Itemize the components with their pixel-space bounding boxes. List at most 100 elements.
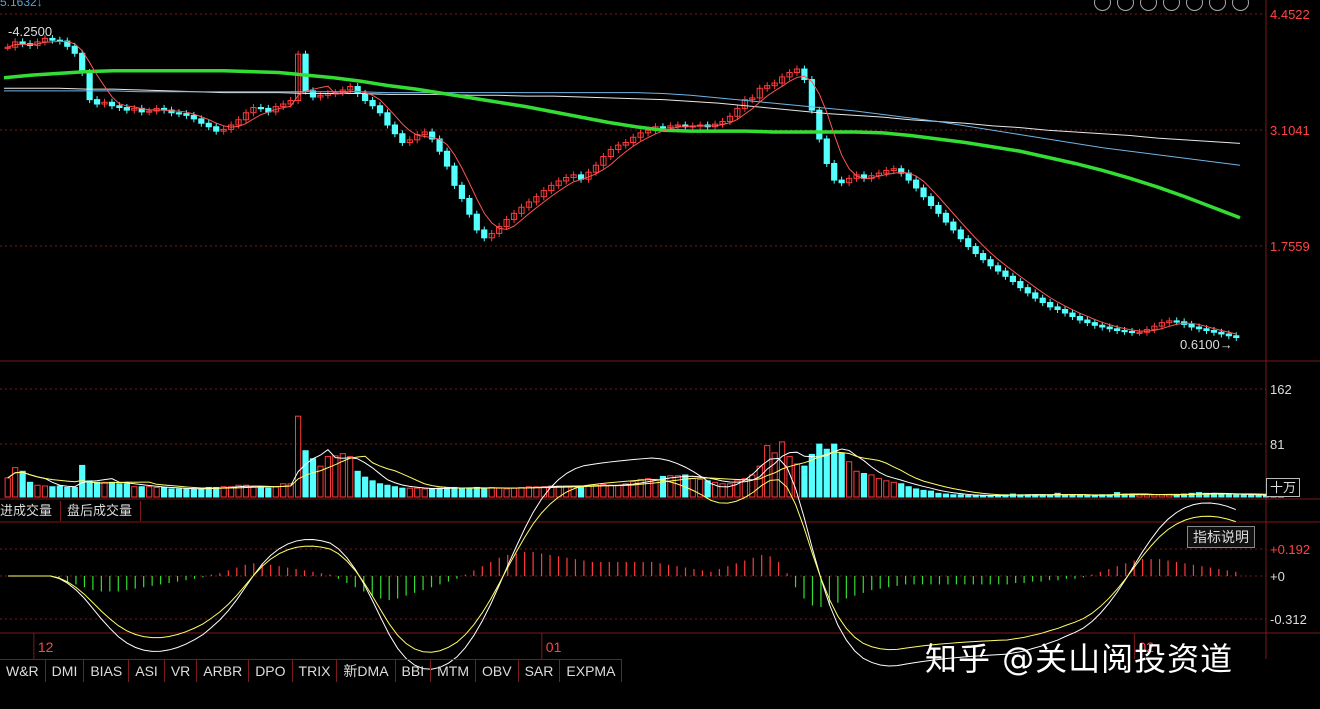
volume-bar (1091, 495, 1098, 498)
indicator-tabs: W&R DMI BIAS ASI VR ARBR DPO TRIX 新DMA BBI MTM OBV S… (0, 659, 623, 682)
candle-body (994, 265, 1002, 272)
volume-bar (845, 461, 853, 498)
indicator-tab-11[interactable]: OBV (476, 660, 519, 682)
volume-bar (406, 487, 413, 498)
tab-intraday-volume[interactable]: 进成交量 (0, 501, 62, 521)
volume-bar (1248, 494, 1255, 498)
volume-bar (1255, 495, 1262, 498)
indicator-tab-10[interactable]: MTM (431, 660, 477, 682)
volume-bar (34, 484, 41, 498)
macd-dea-line (8, 478, 1236, 653)
volume-bar (637, 478, 644, 498)
zoom-in-icon[interactable] (1209, 0, 1226, 11)
indicator-tab-5[interactable]: ARBR (197, 660, 250, 682)
candle-body (86, 72, 93, 101)
volume-bar (257, 486, 264, 498)
indicator-tab-8[interactable]: 新DMA (337, 660, 396, 682)
candle-body (1009, 275, 1017, 283)
volume-bar (429, 488, 436, 498)
fullscreen-icon[interactable] (1186, 0, 1203, 11)
candle-body (481, 229, 488, 239)
volume-bar (26, 481, 34, 498)
candle-body (965, 238, 972, 248)
macd-axis-label: +0 (1270, 569, 1285, 584)
zoom-out-icon[interactable] (1232, 0, 1249, 11)
volume-bar (41, 485, 49, 498)
volume-bar (1061, 495, 1069, 498)
volume-bar (1143, 494, 1151, 498)
indicator-tab-7[interactable]: TRIX (293, 660, 338, 682)
candle-body (451, 165, 458, 186)
indicator-tab-12[interactable]: SAR (519, 660, 561, 682)
watermark: 知乎 @关山阅投资道 (925, 640, 1234, 678)
volume-bar (719, 483, 726, 498)
volume-bar (920, 489, 927, 498)
draw-icon[interactable] (1163, 0, 1180, 11)
volume-bar (168, 488, 175, 498)
candle-body (183, 113, 190, 116)
candle-body (1121, 330, 1128, 333)
candle-body (466, 197, 473, 215)
volume-bar (466, 487, 473, 498)
candle-body (1128, 330, 1136, 334)
volume-bar (4, 477, 11, 498)
candle-body (980, 253, 987, 261)
low-price-marker: 0.6100→ (1180, 337, 1233, 352)
candle-body (1106, 326, 1113, 330)
candle-body (927, 196, 935, 206)
candle-body (972, 246, 979, 255)
volume-bar (592, 484, 600, 498)
candle-body (950, 221, 957, 231)
volume-bar (972, 495, 979, 498)
indicator-tab-13[interactable]: EXPMA (560, 660, 623, 682)
volume-bar (704, 480, 711, 498)
candle-body (1024, 287, 1031, 294)
candle-body (1210, 330, 1218, 333)
candle-body (354, 86, 361, 95)
tab-afterhours-volume[interactable]: 盘后成交量 (67, 501, 142, 521)
volume-bar (198, 488, 205, 498)
volume-bar (458, 487, 466, 498)
candle-body (1099, 324, 1106, 328)
volume-bar (816, 443, 823, 498)
volume-bar (481, 487, 488, 498)
chart-toolbar[interactable] (1094, 0, 1249, 11)
volume-bar (905, 486, 912, 498)
indicator-tab-2[interactable]: BIAS (84, 660, 130, 682)
macd-axis-label: +0.192 (1270, 542, 1310, 557)
volume-bar (64, 486, 71, 498)
indicator-tab-9[interactable]: BBI (396, 660, 432, 682)
volume-bar (376, 483, 384, 498)
volume-bar (384, 484, 391, 498)
candle-body (205, 122, 212, 128)
indicator-tab-1[interactable]: DMI (46, 660, 85, 682)
volume-bar (146, 486, 153, 498)
volume-bar (19, 470, 26, 498)
volume-bar (309, 458, 317, 498)
candle-body (1225, 333, 1232, 337)
indicator-help-button[interactable]: 指标说明 (1187, 526, 1255, 548)
volume-bar (391, 486, 399, 498)
indicator-tab-0[interactable]: W&R (0, 660, 46, 682)
volume-axis-label: 162 (1270, 382, 1292, 397)
volume-bar (473, 486, 480, 498)
volume-bar (369, 480, 376, 498)
candle-body (823, 138, 830, 164)
macd-axis-label: -0.312 (1270, 612, 1307, 627)
volume-unit-label: 十万 (1266, 478, 1301, 497)
candle-body (108, 101, 116, 107)
hand-icon[interactable] (1117, 0, 1134, 11)
volume-bar (488, 486, 495, 498)
eye-icon[interactable] (1094, 0, 1111, 11)
cursor-icon[interactable] (1140, 0, 1157, 11)
volume-bar (414, 487, 421, 498)
indicator-tab-3[interactable]: ASI (129, 660, 165, 682)
candle-body (1203, 328, 1210, 332)
volume-bar (652, 478, 659, 498)
indicator-tab-4[interactable]: VR (165, 660, 198, 682)
candle-body (443, 150, 451, 167)
indicator-tab-6[interactable]: DPO (249, 660, 293, 682)
candle-body (257, 107, 264, 110)
candle-body (79, 52, 86, 74)
candle-body (1084, 319, 1091, 324)
